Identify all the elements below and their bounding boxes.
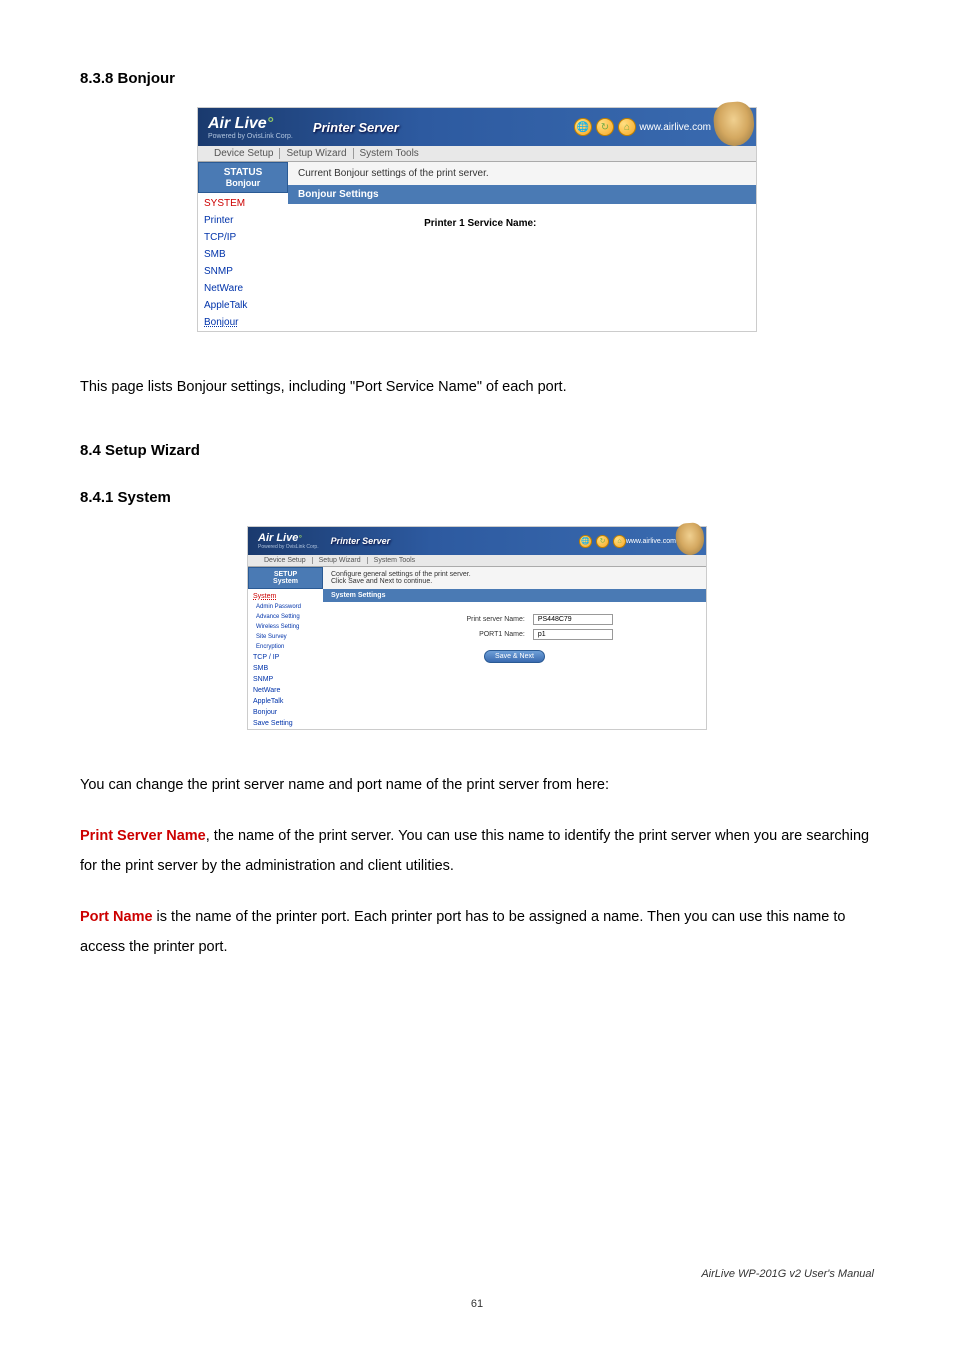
p3-bold: Print Server Name — [80, 828, 206, 844]
ss1-main: Current Bonjour settings of the print se… — [288, 162, 756, 331]
ss2-logo-sub: Powered by OvisLink Corp. — [258, 544, 319, 550]
ss1-content: STATUS Bonjour SYSTEM Printer TCP/IP SMB… — [198, 162, 756, 331]
ss2-label2: PORT1 Name: — [331, 631, 533, 638]
save-next-button[interactable]: Save & Next — [484, 650, 545, 663]
page-number: 61 — [80, 1298, 874, 1310]
ss2-sidebar: SETUP System System Admin Password Advan… — [248, 567, 323, 729]
ss2-content: SETUP System System Admin Password Advan… — [248, 567, 706, 729]
ss2-form: Print server Name: PORT1 Name: Save & Ne… — [323, 602, 706, 671]
footer-right: AirLive WP-201G v2 User's Manual — [80, 1268, 874, 1280]
home-icon: ⌂ — [613, 535, 626, 548]
p4-rest: is the name of the printer port. Each pr… — [80, 909, 845, 955]
paragraph-1: This page lists Bonjour settings, includ… — [80, 372, 874, 402]
sidebar-wireless[interactable]: Wireless Setting — [248, 622, 323, 632]
ss1-logo-sub: Powered by OvisLink Corp. — [208, 133, 293, 140]
sidebar-admin-pw[interactable]: Admin Password — [248, 602, 323, 612]
print-server-name-input[interactable] — [533, 614, 613, 625]
screenshot1: Air Live° Powered by OvisLink Corp. Prin… — [197, 107, 757, 332]
sidebar-smb[interactable]: SMB — [248, 663, 323, 674]
ss2-box-line2: System — [251, 578, 320, 585]
paragraph-4: Port Name is the name of the printer por… — [80, 902, 874, 963]
ss2-desc-line2: Click Save and Next to continue. — [331, 578, 432, 585]
sidebar-netware[interactable]: NetWare — [248, 685, 323, 696]
ss2-section-bar: System Settings — [323, 589, 706, 602]
sidebar-advance[interactable]: Advance Setting — [248, 612, 323, 622]
ss1-desc: Current Bonjour settings of the print se… — [288, 162, 756, 185]
ss1-tabs: Device Setup Setup Wizard System Tools — [198, 146, 756, 162]
ss2-header: Air Live° Powered by OvisLink Corp. Prin… — [248, 527, 706, 555]
paragraph-3: Print Server Name, the name of the print… — [80, 821, 874, 882]
ss1-header: Air Live° Powered by OvisLink Corp. Prin… — [198, 108, 756, 146]
ss2-url: www.airlive.com — [626, 538, 676, 545]
mascot-icon — [675, 522, 706, 556]
sidebar-encryption[interactable]: Encryption — [248, 642, 323, 652]
sidebar-bonjour[interactable]: Bonjour — [198, 314, 288, 331]
sidebar-smb[interactable]: SMB — [198, 246, 288, 263]
ss2-product: Printer Server — [331, 536, 391, 546]
ss1-url: www.airlive.com — [639, 122, 711, 133]
heading-84: 8.4 Setup Wizard — [80, 442, 874, 459]
sidebar-system[interactable]: System — [248, 591, 323, 602]
ss1-box-line1: STATUS — [224, 167, 263, 178]
port1-name-input[interactable] — [533, 629, 613, 640]
tab-setup-wizard[interactable]: Setup Wizard — [313, 557, 368, 564]
ss1-product: Printer Server — [313, 120, 399, 135]
ss2-label1: Print server Name: — [331, 616, 533, 623]
tab-setup-wizard[interactable]: Setup Wizard — [280, 148, 353, 159]
p4-bold: Port Name — [80, 909, 153, 925]
screenshot1-container: Air Live° Powered by OvisLink Corp. Prin… — [80, 107, 874, 332]
sidebar-tcpip[interactable]: TCP/IP — [198, 229, 288, 246]
sidebar-printer[interactable]: Printer — [198, 212, 288, 229]
sidebar-snmp[interactable]: SNMP — [248, 674, 323, 685]
mascot-icon — [712, 100, 756, 147]
tab-device-setup[interactable]: Device Setup — [258, 557, 313, 564]
ss1-section-bar: Bonjour Settings — [288, 185, 756, 204]
screenshot2: Air Live° Powered by OvisLink Corp. Prin… — [247, 526, 707, 730]
tab-system-tools[interactable]: System Tools — [354, 148, 425, 159]
ss1-logo: Air Live° Powered by OvisLink Corp. — [208, 115, 293, 140]
sidebar-save-setting[interactable]: Save Setting — [248, 718, 323, 729]
ss2-box-line1: SETUP — [274, 571, 297, 578]
sidebar-bonjour[interactable]: Bonjour — [248, 707, 323, 718]
ss1-form: Printer 1 Service Name: — [288, 204, 756, 293]
ss1-sidebar: STATUS Bonjour SYSTEM Printer TCP/IP SMB… — [198, 162, 288, 331]
ss1-box-line2: Bonjour — [201, 178, 285, 188]
sidebar-snmp[interactable]: SNMP — [198, 263, 288, 280]
ss2-tabs: Device Setup Setup Wizard System Tools — [248, 555, 706, 567]
home-icon: ⌂ — [618, 118, 636, 136]
sidebar-system[interactable]: SYSTEM — [198, 195, 288, 212]
ss2-logo-text: Air Live — [258, 532, 298, 544]
ss2-row1: Print server Name: — [331, 614, 698, 625]
ss2-row2: PORT1 Name: — [331, 629, 698, 640]
sidebar-site-survey[interactable]: Site Survey — [248, 632, 323, 642]
ss1-sidebar-box: STATUS Bonjour — [198, 162, 288, 193]
sidebar-tcpip[interactable]: TCP / IP — [248, 652, 323, 663]
ss2-desc-line1: Configure general settings of the print … — [331, 571, 471, 578]
sidebar-appletalk[interactable]: AppleTalk — [248, 696, 323, 707]
ss2-sidebar-box: SETUP System — [248, 567, 323, 589]
screenshot2-container: Air Live° Powered by OvisLink Corp. Prin… — [80, 526, 874, 730]
ss2-btn-row: Save & Next — [331, 650, 698, 663]
tab-system-tools[interactable]: System Tools — [368, 557, 422, 564]
globe-icon: 🌐 — [579, 535, 592, 548]
ss1-form-row: Printer 1 Service Name: — [298, 218, 746, 229]
ss2-main: Configure general settings of the print … — [323, 567, 706, 729]
ss2-logo: Air Live° Powered by OvisLink Corp. — [258, 532, 319, 550]
sidebar-appletalk[interactable]: AppleTalk — [198, 297, 288, 314]
heading-838: 8.3.8 Bonjour — [80, 70, 874, 87]
ss2-icons: 🌐 ↻ ⌂ — [579, 535, 626, 548]
refresh-icon: ↻ — [596, 118, 614, 136]
refresh-icon: ↻ — [596, 535, 609, 548]
globe-icon: 🌐 — [574, 118, 592, 136]
tab-device-setup[interactable]: Device Setup — [208, 148, 280, 159]
ss2-desc: Configure general settings of the print … — [323, 567, 706, 589]
ss1-logo-text: Air Live — [208, 115, 267, 132]
footer: AirLive WP-201G v2 User's Manual 61 — [80, 1268, 874, 1310]
sidebar-netware[interactable]: NetWare — [198, 280, 288, 297]
paragraph-2: You can change the print server name and… — [80, 770, 874, 800]
ss1-icons: 🌐 ↻ ⌂ — [574, 118, 636, 136]
ss1-form-label: Printer 1 Service Name: — [298, 218, 544, 229]
heading-841: 8.4.1 System — [80, 489, 874, 506]
